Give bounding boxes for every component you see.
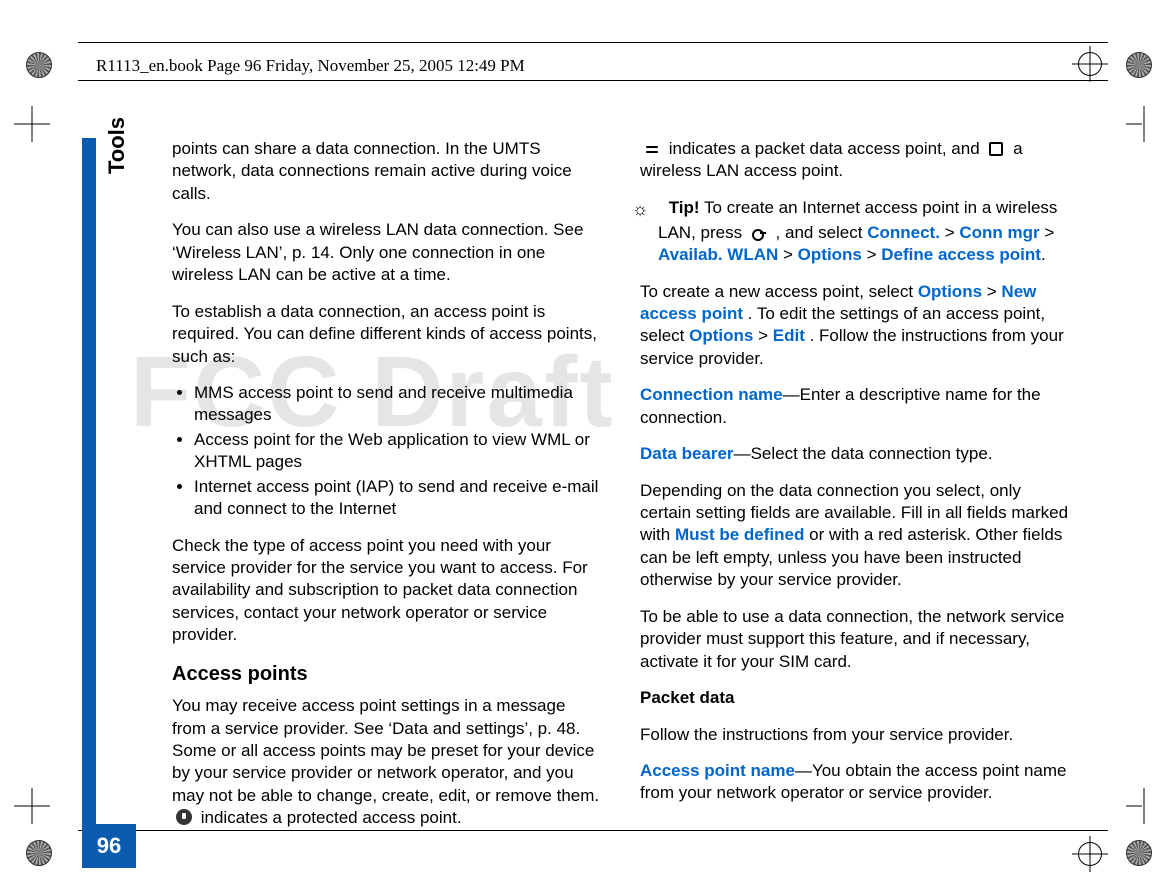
- c1-p5a: You may receive access point settings in…: [172, 696, 599, 805]
- c1-p1: points can share a data connection. In t…: [172, 138, 602, 205]
- gt6: >: [758, 326, 773, 345]
- side-blue-strip: [82, 138, 96, 868]
- c2-p1a: indicates a packet data access point, an…: [669, 139, 985, 158]
- corner-disc-tl: [26, 52, 52, 78]
- label-data-bearer: Data bearer: [640, 444, 734, 463]
- inner-cross-tl: [14, 106, 50, 142]
- c2-p2a: To create a new access point, select: [640, 282, 918, 301]
- inner-cross-bl: [14, 788, 50, 824]
- c2-p4: Data bearer—Select the data connection t…: [640, 443, 1070, 465]
- c1-p5b: indicates a protected access point.: [201, 808, 462, 827]
- tip-label: Tip!: [669, 198, 700, 217]
- c1-heading-access-points: Access points: [172, 661, 602, 687]
- c1-p3: To establish a data connection, an acces…: [172, 301, 602, 368]
- tip-block: ☼ Tip! To create an Internet access poin…: [658, 197, 1070, 267]
- header-rule-bottom: [78, 80, 1108, 81]
- link-options: Options: [798, 245, 862, 264]
- packet-data-icon: [643, 143, 661, 157]
- corner-disc-bl: [26, 840, 52, 866]
- c1-bullets: MMS access point to send and receive mul…: [194, 382, 602, 521]
- c1-p2: You can also use a wireless LAN data con…: [172, 219, 602, 286]
- tip-body-b: , and select: [776, 223, 868, 242]
- heading-packet-data: Packet data: [640, 687, 1070, 709]
- c2-p2: To create a new access point, select Opt…: [640, 281, 1070, 371]
- header-rule-top: [78, 42, 1108, 43]
- gt4: >: [867, 245, 882, 264]
- c2-p8: Access point name—You obtain the access …: [640, 760, 1070, 805]
- link-options-2: Options: [918, 282, 982, 301]
- c2-p5: Depending on the data connection you sel…: [640, 480, 1070, 592]
- c1-p4: Check the type of access point you need …: [172, 535, 602, 647]
- reg-crosshair-br: [1072, 836, 1108, 872]
- link-options-3: Options: [689, 326, 753, 345]
- column-left: points can share a data connection. In t…: [172, 138, 602, 798]
- c1-p5: You may receive access point settings in…: [172, 695, 602, 830]
- reg-crosshair-tr: [1072, 46, 1108, 82]
- tip-bulb-icon: ☼: [640, 198, 658, 222]
- menu-key-icon: [750, 226, 768, 240]
- c2-p4-body: —Select the data connection type.: [734, 444, 993, 463]
- gt2: >: [1044, 223, 1054, 242]
- inner-cross-tr: [1126, 106, 1162, 142]
- page-number: 96: [82, 824, 136, 868]
- link-edit: Edit: [773, 326, 805, 345]
- c2-p3: Connection name—Enter a descriptive name…: [640, 384, 1070, 429]
- label-must-be-defined: Must be defined: [675, 525, 804, 544]
- footer-rule: [78, 830, 1108, 831]
- gt3: >: [783, 245, 798, 264]
- link-connect: Connect.: [867, 223, 940, 242]
- gt1: >: [945, 223, 960, 242]
- book-header-line: R1113_en.book Page 96 Friday, November 2…: [96, 56, 525, 76]
- page-body: Tools 96 points can share a data connect…: [110, 138, 1070, 798]
- wlan-icon: [987, 142, 1005, 156]
- gt5: >: [987, 282, 1002, 301]
- label-connection-name: Connection name: [640, 385, 783, 404]
- corner-disc-br: [1126, 840, 1152, 866]
- c1-bullet-1: MMS access point to send and receive mul…: [194, 382, 602, 427]
- link-define-access-point: Define access point: [881, 245, 1041, 264]
- link-conn-mgr: Conn mgr: [959, 223, 1039, 242]
- c2-p6: To be able to use a data connection, the…: [640, 606, 1070, 673]
- c1-bullet-2: Access point for the Web application to …: [194, 429, 602, 474]
- c1-bullet-3: Internet access point (IAP) to send and …: [194, 476, 602, 521]
- lock-icon: [175, 810, 193, 824]
- c2-p1: indicates a packet data access point, an…: [640, 138, 1070, 183]
- label-access-point-name: Access point name: [640, 761, 795, 780]
- link-availab-wlan: Availab. WLAN: [658, 245, 778, 264]
- corner-disc-tr: [1126, 52, 1152, 78]
- inner-cross-br: [1126, 788, 1162, 824]
- c2-p7: Follow the instructions from your servic…: [640, 724, 1070, 746]
- section-label: Tools: [104, 117, 130, 174]
- column-right: indicates a packet data access point, an…: [640, 138, 1070, 798]
